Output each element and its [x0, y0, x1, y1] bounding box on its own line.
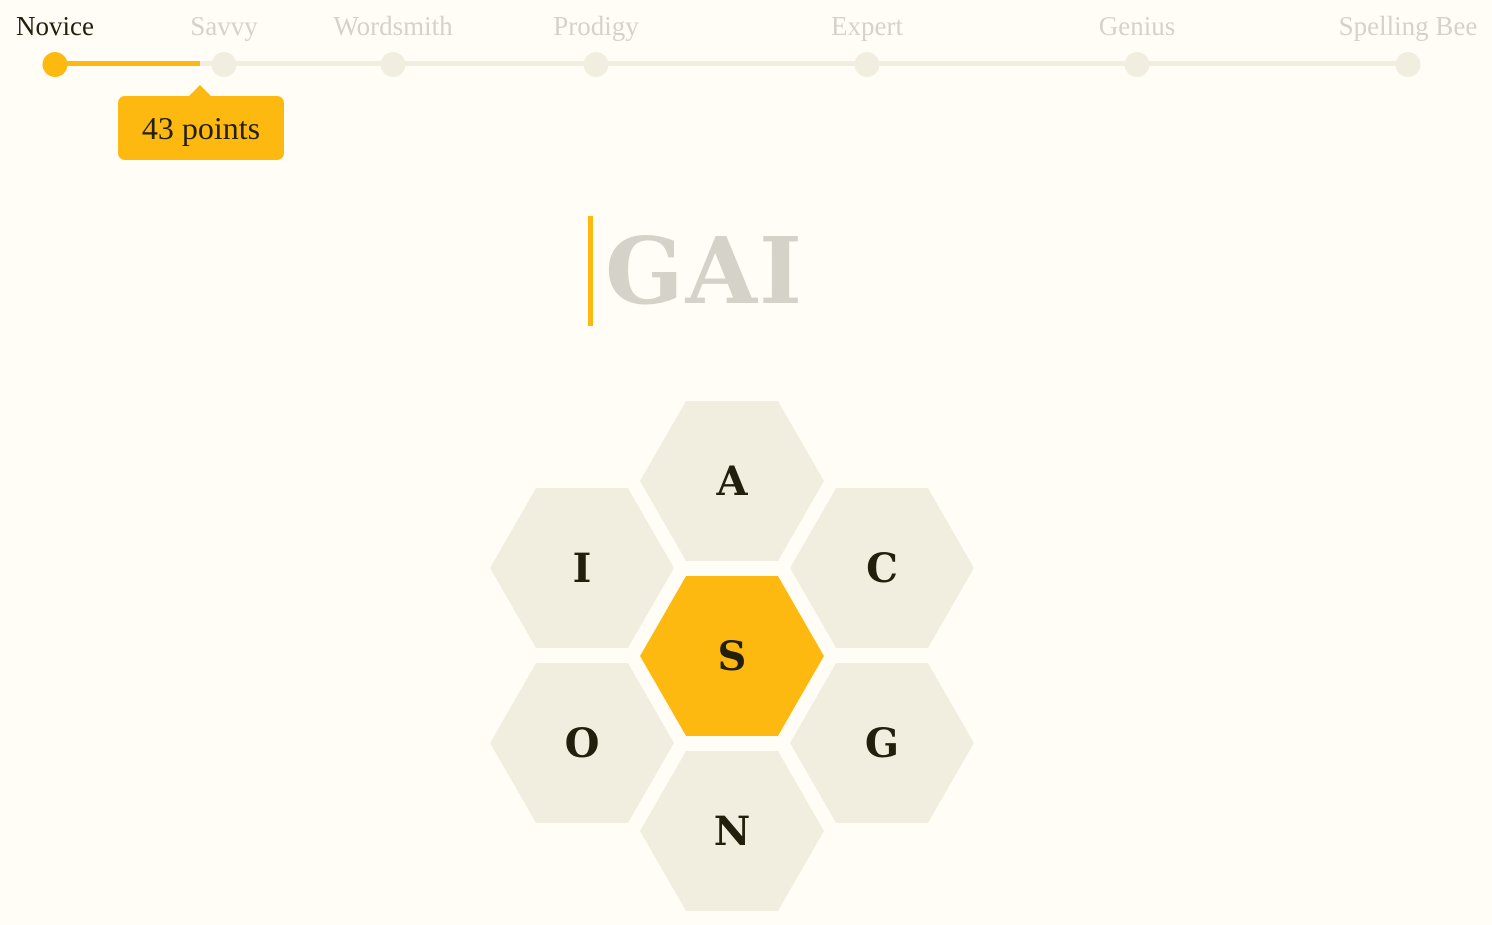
- hive-center-letter: S: [717, 632, 747, 680]
- hive-cell-lower-right[interactable]: G: [790, 663, 974, 823]
- hive-cell-upper-right[interactable]: C: [790, 488, 974, 648]
- spelling-bee-game: Novice Savvy Wordsmith Prodigy Expert Ge…: [0, 0, 1492, 925]
- hive-cell-lower-left[interactable]: O: [490, 663, 674, 823]
- hive-letter: O: [564, 719, 600, 767]
- hive-cell-upper-left[interactable]: I: [490, 488, 674, 648]
- hive-letter: N: [713, 807, 751, 855]
- hive-letter: G: [864, 719, 900, 767]
- hive-letter: A: [716, 457, 748, 505]
- hive-letter: C: [866, 544, 898, 592]
- hive-letter: I: [572, 544, 592, 592]
- hive-cell-center[interactable]: S: [640, 576, 824, 736]
- letter-hive: A I C S O G N: [0, 0, 1492, 925]
- hive-cell-top[interactable]: A: [640, 401, 824, 561]
- hive-cell-bottom[interactable]: N: [640, 751, 824, 911]
